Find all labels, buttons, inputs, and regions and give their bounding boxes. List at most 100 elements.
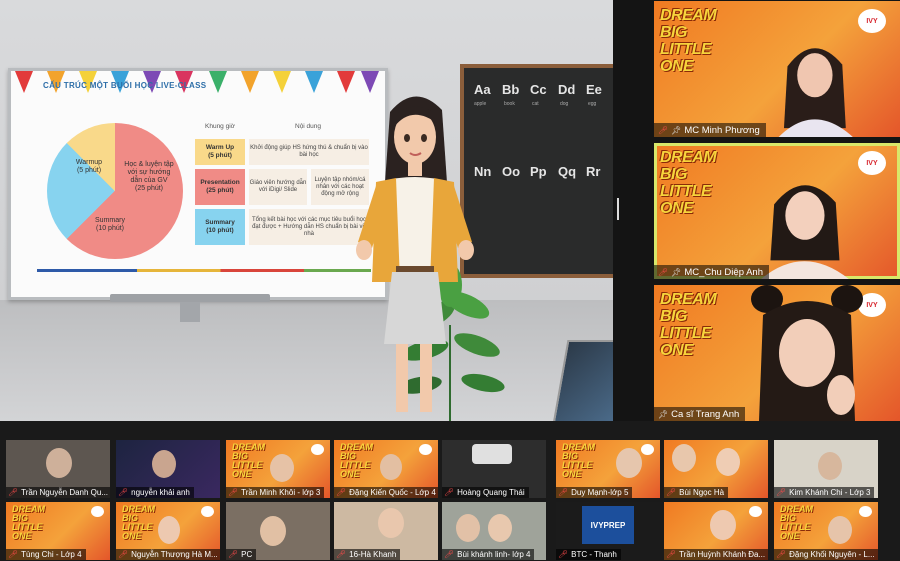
table-cell: Giáo viên hướng dẫn với iDigi/ Slide [249,169,307,205]
event-logo: DREAM BIG LITTLE ONE [232,442,265,479]
participant-name-tag: 🎤︎ Bùi Ngọc Hà [664,487,729,498]
event-logo: DREAM BIG LITTLE ONE [340,442,373,479]
mic-off-icon: 🎤︎ [118,550,129,559]
pin-icon: 📌︎ [658,409,669,419]
participant-tile[interactable]: 🎤︎ Bùi khánh linh- lớp 4 [442,502,546,560]
floor [0,300,613,421]
participant-tile[interactable]: DREAM BIG LITTLE ONE 🎤︎ Đặng Khối Nguyên … [774,502,878,560]
chalk-letter: Ee [586,82,602,97]
event-logo: DREAM BIG LITTLE ONE [660,149,717,217]
mic-off-icon: 🎤︎ [228,550,239,559]
chalk-word: egg [588,101,597,107]
pie-label-summary: Summary (10 phút) [95,217,125,232]
ivy-logo [859,506,872,517]
ivy-logo [201,506,214,517]
participant-name-tag: 📌︎ Ca sĩ Trang Anh [654,407,746,421]
featured-video-tile[interactable]: DREAM BIG LITTLE ONE IVY 🎤︎ 📌︎ MC Minh P… [654,1,900,137]
participant-video [46,448,72,478]
chalk-word: dog [560,101,569,107]
mic-off-icon: 🎤︎ [658,267,669,277]
table-header-time: Khung giờ [205,123,235,130]
participant-tile[interactable]: 🎤︎ Kim Khánh Chi - Lớp 3 [774,440,878,498]
event-logo: DREAM BIG LITTLE ONE [660,7,717,75]
table-row-summary: Summary (10 phút) [195,209,245,245]
participant-video [616,448,642,478]
slide-footer-bar [37,269,371,272]
table-row-presentation: Presentation (25 phút) [195,169,245,205]
participant-tile[interactable]: 🎤︎ 16-Hà Khanh [334,502,438,560]
participant-name-tag: 🎤︎ Hoàng Quang Thái [442,487,529,498]
event-logo: DREAM BIG LITTLE ONE [562,442,595,479]
pin-icon: 📌︎ [671,267,682,277]
participant-name-tag: 🎤︎ 📌︎ MC Minh Phương [654,123,766,137]
pie-chart: Học & luyện tập với sự hướng dẫn của GV … [47,123,183,259]
mic-off-icon: 🎤︎ [118,488,129,497]
participant-name-tag: 🎤︎ Tùng Chi - Lớp 4 [6,549,86,560]
participant-video [672,444,696,472]
participant-name-tag: 🎤︎ 📌︎ MC_Chu Diệp Anh [654,265,769,279]
participant-video [828,516,852,544]
participant-tile[interactable]: DREAM BIG LITTLE ONE 🎤︎ Duy Mạnh-lớp 5 [556,440,660,498]
whiteboard-slide: CẤU TRÚC MỘT BUỔI HỌC LIVE-CLASS Học & l… [8,68,388,300]
mic-off-icon: 🎤︎ [776,550,787,559]
chalk-letter: Bb [502,82,520,97]
chalk-word: cat [532,101,539,107]
participant-video [472,444,512,464]
participant-video [158,516,180,544]
chalkboard: Aa Bb Cc Dd Ee apple book cat dog egg Nn… [460,64,613,278]
mic-off-icon: 🎤︎ [658,125,669,135]
chalk-word: book [504,101,515,107]
chalk-letter: Dd [558,82,576,97]
participant-video [270,454,294,482]
participant-name-tag: 🎤︎ Kim Khánh Chi - Lớp 3 [774,487,875,498]
participant-tile[interactable]: DREAM BIG LITTLE ONE 🎤︎ Tùng Chi - Lớp 4 [6,502,110,560]
chalk-letter: Cc [530,82,547,97]
participant-tile[interactable]: DREAM BIG LITTLE ONE 🎤︎ Nguyễn Thượng Hà … [116,502,220,560]
participant-tile[interactable]: 🎤︎ PC [226,502,330,560]
mic-off-icon: 🎤︎ [336,550,347,559]
participant-video [716,448,740,476]
participant-video [378,508,404,538]
participant-tile[interactable]: DREAM BIG LITTLE ONE 🎤︎ Trần Minh Khôi - … [226,440,330,498]
pie-label-warmup: Warmup (5 phút) [75,159,103,174]
participant-tile[interactable]: IVYPREP 🎤︎ BTC - Thanh [556,502,660,560]
table-header-content: Nội dung [295,123,322,130]
event-logo: DREAM BIG LITTLE ONE [780,504,813,541]
ivy-logo [91,506,104,517]
participant-name-tag: 🎤︎ Đặng Khối Nguyên - L... [774,549,878,560]
teacher-avatar [356,96,474,412]
mic-off-icon: 🎤︎ [8,550,19,559]
participant-name-tag: 🎤︎ Bùi khánh linh- lớp 4 [442,549,535,560]
split-handle[interactable] [617,198,619,220]
participant-tile[interactable]: 🎤︎ Bùi Ngọc Hà [664,440,768,498]
chalk-letter: Pp [530,164,547,179]
ivy-logo [419,444,432,455]
participant-tile[interactable]: 🎤︎ Trần Nguyễn Danh Qu... [6,440,110,498]
participant-tile[interactable]: DREAM BIG LITTLE ONE 🎤︎ Đặng Kiến Quốc - … [334,440,438,498]
ivy-logo [311,444,324,455]
mic-off-icon: 🎤︎ [8,488,19,497]
table-row-warmup: Warm Up (5 phút) [195,139,245,165]
participant-tile[interactable]: 🎤︎ nguyễn khải anh [116,440,220,498]
participant-video [260,516,286,546]
event-logo: DREAM BIG LITTLE ONE [660,291,717,359]
participant-tile[interactable]: 🎤︎ Hoàng Quang Thái [442,440,546,498]
mic-off-icon: 🎤︎ [558,550,569,559]
participant-name-tag: 🎤︎ Trần Minh Khôi - lớp 3 [226,487,325,498]
mic-off-icon: 🎤︎ [444,488,455,497]
featured-video-tile[interactable]: DREAM BIG LITTLE ONE IVY 📌︎ Ca sĩ Trang … [654,285,900,421]
participant-name-tag: 🎤︎ BTC - Thanh [556,549,621,560]
participant-video [456,514,480,542]
featured-video-tile-active[interactable]: DREAM BIG LITTLE ONE IVY 🎤︎ 📌︎ MC_Chu Di… [654,143,900,279]
pie-label-lesson: Học & luyện tập với sự hướng dẫn của GV … [124,161,174,192]
participant-video [488,514,512,542]
ivy-logo [641,444,654,455]
ivy-logo: IVY [858,9,886,33]
participant-video [818,452,842,480]
event-logo: DREAM BIG LITTLE ONE [12,504,45,541]
shared-screen: Aa Bb Cc Dd Ee apple book cat dog egg Nn… [0,0,613,421]
pin-icon: 📌︎ [671,125,682,135]
participant-tile[interactable]: 🎤︎ Trần Huỳnh Khánh Đa... [664,502,768,560]
whiteboard-tray [110,294,270,302]
ivyprep-logo: IVYPREP [582,506,634,544]
